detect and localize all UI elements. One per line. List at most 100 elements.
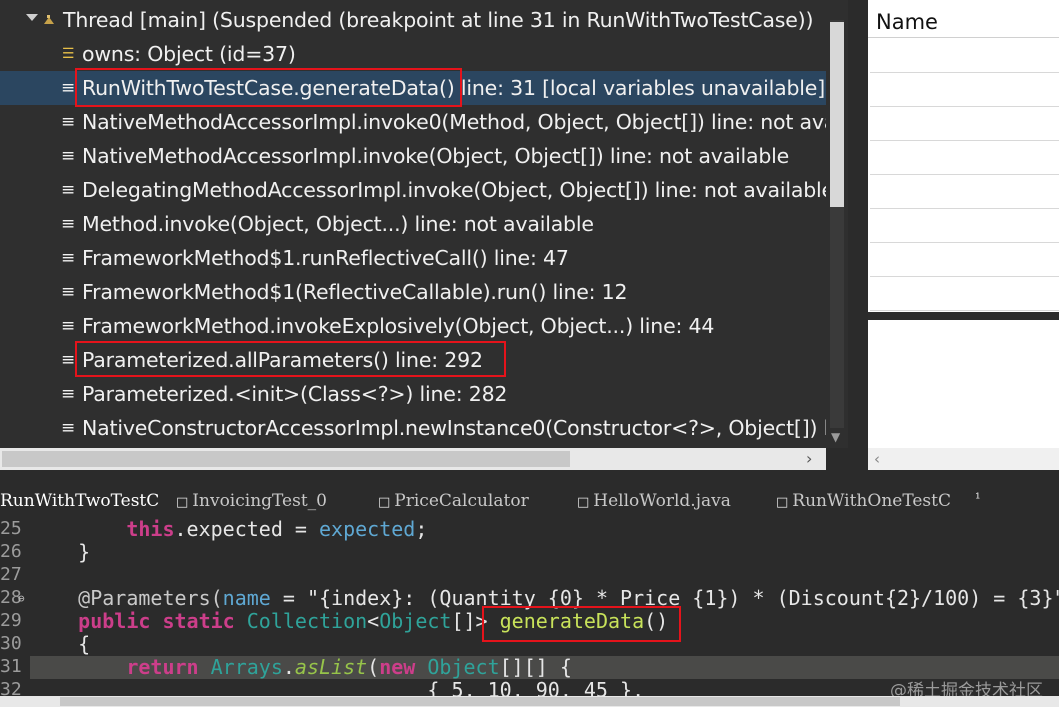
tab-overflow-indicator[interactable]: ¹ bbox=[975, 488, 981, 510]
row-divider bbox=[870, 72, 1059, 73]
code-token: return bbox=[126, 655, 211, 679]
code-token: public static bbox=[78, 609, 247, 633]
line-number: 25 bbox=[0, 518, 22, 539]
code-token: < bbox=[367, 609, 380, 633]
stack-frame-row[interactable]: ≡ NativeConstructorAccessorImpl.newInsta… bbox=[0, 411, 826, 445]
highlight-box-generate-data bbox=[75, 68, 462, 107]
line-number: 27 bbox=[0, 564, 22, 585]
stack-frame-label: DelegatingMethodAccessorImpl.invoke(Obje… bbox=[82, 178, 826, 202]
code-line: this.expected = expected; bbox=[30, 518, 427, 541]
scrollbar-thumb[interactable] bbox=[2, 451, 570, 467]
stack-frame-label: FrameworkMethod$1(ReflectiveCallable).ru… bbox=[82, 280, 628, 304]
tab-label: RunWithOneTestC bbox=[792, 491, 951, 511]
editor-horizontal-scrollbar[interactable] bbox=[0, 696, 1059, 707]
code-token: } bbox=[78, 540, 91, 564]
java-file-icon: □ bbox=[378, 495, 391, 510]
panel-splitter[interactable] bbox=[868, 312, 1059, 320]
stack-frame-icon: ≡ bbox=[60, 214, 76, 234]
highlight-box-all-parameters bbox=[75, 341, 506, 377]
row-divider bbox=[870, 140, 1059, 141]
tab-label: RunWithTwoTestC bbox=[0, 491, 160, 511]
tab-hello-world[interactable]: □ HelloWorld.java bbox=[577, 488, 731, 515]
stack-frame-row[interactable]: ≡ NativeMethodAccessorImpl.invoke0(Metho… bbox=[0, 105, 826, 139]
tab-price-calculator[interactable]: □ PriceCalculator bbox=[378, 488, 529, 515]
tab-label: PriceCalculator bbox=[394, 491, 529, 511]
line-number: 31 bbox=[0, 656, 22, 677]
code-token: [][] { bbox=[499, 655, 572, 679]
stack-frame-label: FrameworkMethod$1.runReflectiveCall() li… bbox=[82, 246, 569, 270]
code-token: "{index}: (Quantity {0} * Price {1}) * (… bbox=[306, 586, 1059, 610]
stack-vertical-scrollbar[interactable]: ▼ bbox=[826, 0, 848, 448]
stack-frame-icon: ≡ bbox=[60, 418, 76, 438]
code-token: = bbox=[270, 586, 307, 610]
code-token: this bbox=[126, 517, 175, 541]
fold-icon[interactable]: ⊖ bbox=[18, 592, 25, 605]
monitor-key-icon: ☰ bbox=[61, 46, 75, 62]
scroll-right-icon[interactable]: › bbox=[806, 448, 812, 470]
code-token: Arrays bbox=[210, 655, 283, 679]
debug-stack-panel: Thread [main] (Suspended (breakpoint at … bbox=[0, 0, 826, 448]
name-column-header[interactable]: Name bbox=[868, 4, 1059, 38]
row-divider bbox=[870, 174, 1059, 175]
code-token: new bbox=[379, 655, 428, 679]
code-token: expected bbox=[319, 517, 416, 541]
line-number: 28 bbox=[0, 587, 22, 608]
code-token: name bbox=[222, 586, 271, 610]
code-token: .expected = bbox=[174, 517, 319, 541]
owns-label: owns: Object (id=37) bbox=[82, 42, 296, 66]
scroll-down-icon[interactable]: ▼ bbox=[831, 430, 840, 444]
stack-horizontal-scrollbar[interactable]: › bbox=[0, 448, 826, 470]
variables-horizontal-scrollbar[interactable]: ‹ bbox=[868, 448, 1059, 470]
variables-panel: Name ‹ bbox=[868, 0, 1059, 470]
stack-frame-row[interactable]: ≡ Method.invoke(Object, Object...) line:… bbox=[0, 207, 826, 241]
code-line: } bbox=[30, 541, 90, 564]
stack-frame-icon: ≡ bbox=[60, 350, 76, 370]
line-number: 30 bbox=[0, 633, 22, 654]
stack-frame-icon: ≡ bbox=[60, 146, 76, 166]
tab-run-with-one-test-case[interactable]: □ RunWithOneTestC bbox=[776, 488, 951, 515]
scrollbar-thumb[interactable] bbox=[830, 22, 844, 207]
scroll-left-icon[interactable]: ‹ bbox=[874, 448, 880, 470]
code-token: asList bbox=[294, 655, 368, 679]
stack-frame-row[interactable]: ≡ FrameworkMethod$1.runReflectiveCall() … bbox=[0, 241, 826, 275]
tab-label: InvoicingTest_0 bbox=[192, 491, 327, 511]
code-line: { bbox=[30, 633, 90, 656]
java-file-icon: □ bbox=[776, 495, 789, 510]
owns-row[interactable]: ☰ owns: Object (id=37) bbox=[0, 37, 826, 71]
line-number: 29 bbox=[0, 610, 22, 631]
code-token: . bbox=[282, 655, 295, 679]
stack-frame-label: Parameterized.<init>(Class<?>) line: 282 bbox=[82, 382, 508, 406]
tab-label: HelloWorld.java bbox=[593, 491, 731, 511]
scrollbar-thumb[interactable] bbox=[60, 697, 900, 706]
code-token: ( bbox=[367, 655, 380, 679]
stack-frame-label: FrameworkMethod.invokeExplosively(Object… bbox=[82, 314, 715, 338]
code-token: Object bbox=[379, 609, 452, 633]
stack-frame-row[interactable]: ≡ FrameworkMethod.invokeExplosively(Obje… bbox=[0, 309, 826, 343]
stack-frame-row[interactable]: ≡ NativeMethodAccessorImpl.invoke(Object… bbox=[0, 139, 826, 173]
row-divider bbox=[870, 276, 1059, 277]
java-file-icon: □ bbox=[176, 495, 189, 510]
code-token: { bbox=[78, 632, 91, 656]
stack-frame-row[interactable]: ≡ FrameworkMethod$1(ReflectiveCallable).… bbox=[0, 275, 826, 309]
stack-frame-row[interactable]: ≡ DelegatingMethodAccessorImpl.invoke(Ob… bbox=[0, 173, 826, 207]
stack-frame-row[interactable]: ≡ Parameterized.<init>(Class<?>) line: 2… bbox=[0, 377, 826, 411]
thread-row[interactable]: Thread [main] (Suspended (breakpoint at … bbox=[0, 3, 826, 37]
editor-tab-bar: RunWithTwoTestC □ InvoicingTest_0 □ PriceC… bbox=[0, 488, 1059, 515]
stack-frame-label: NativeMethodAccessorImpl.invoke0(Method,… bbox=[82, 110, 826, 134]
stack-frame-icon: ≡ bbox=[60, 282, 76, 302]
stack-frame-label: NativeConstructorAccessorImpl.newInstanc… bbox=[82, 416, 826, 440]
tab-run-with-two-test-case[interactable]: RunWithTwoTestC bbox=[0, 488, 159, 515]
row-divider bbox=[870, 208, 1059, 209]
suspended-thread-icon bbox=[44, 15, 54, 24]
code-token: @Parameters( bbox=[78, 586, 223, 610]
line-number: 26 bbox=[0, 541, 22, 562]
code-token: ; bbox=[415, 517, 428, 541]
tab-invoicing-test[interactable]: □ InvoicingTest_0 bbox=[176, 488, 327, 515]
stack-frame-icon: ≡ bbox=[60, 316, 76, 336]
code-token: Object bbox=[427, 655, 500, 679]
row-divider bbox=[870, 242, 1059, 243]
row-divider bbox=[870, 310, 1059, 311]
row-divider bbox=[870, 106, 1059, 107]
stack-frame-icon: ≡ bbox=[60, 180, 76, 200]
expand-arrow-icon[interactable] bbox=[26, 14, 38, 21]
